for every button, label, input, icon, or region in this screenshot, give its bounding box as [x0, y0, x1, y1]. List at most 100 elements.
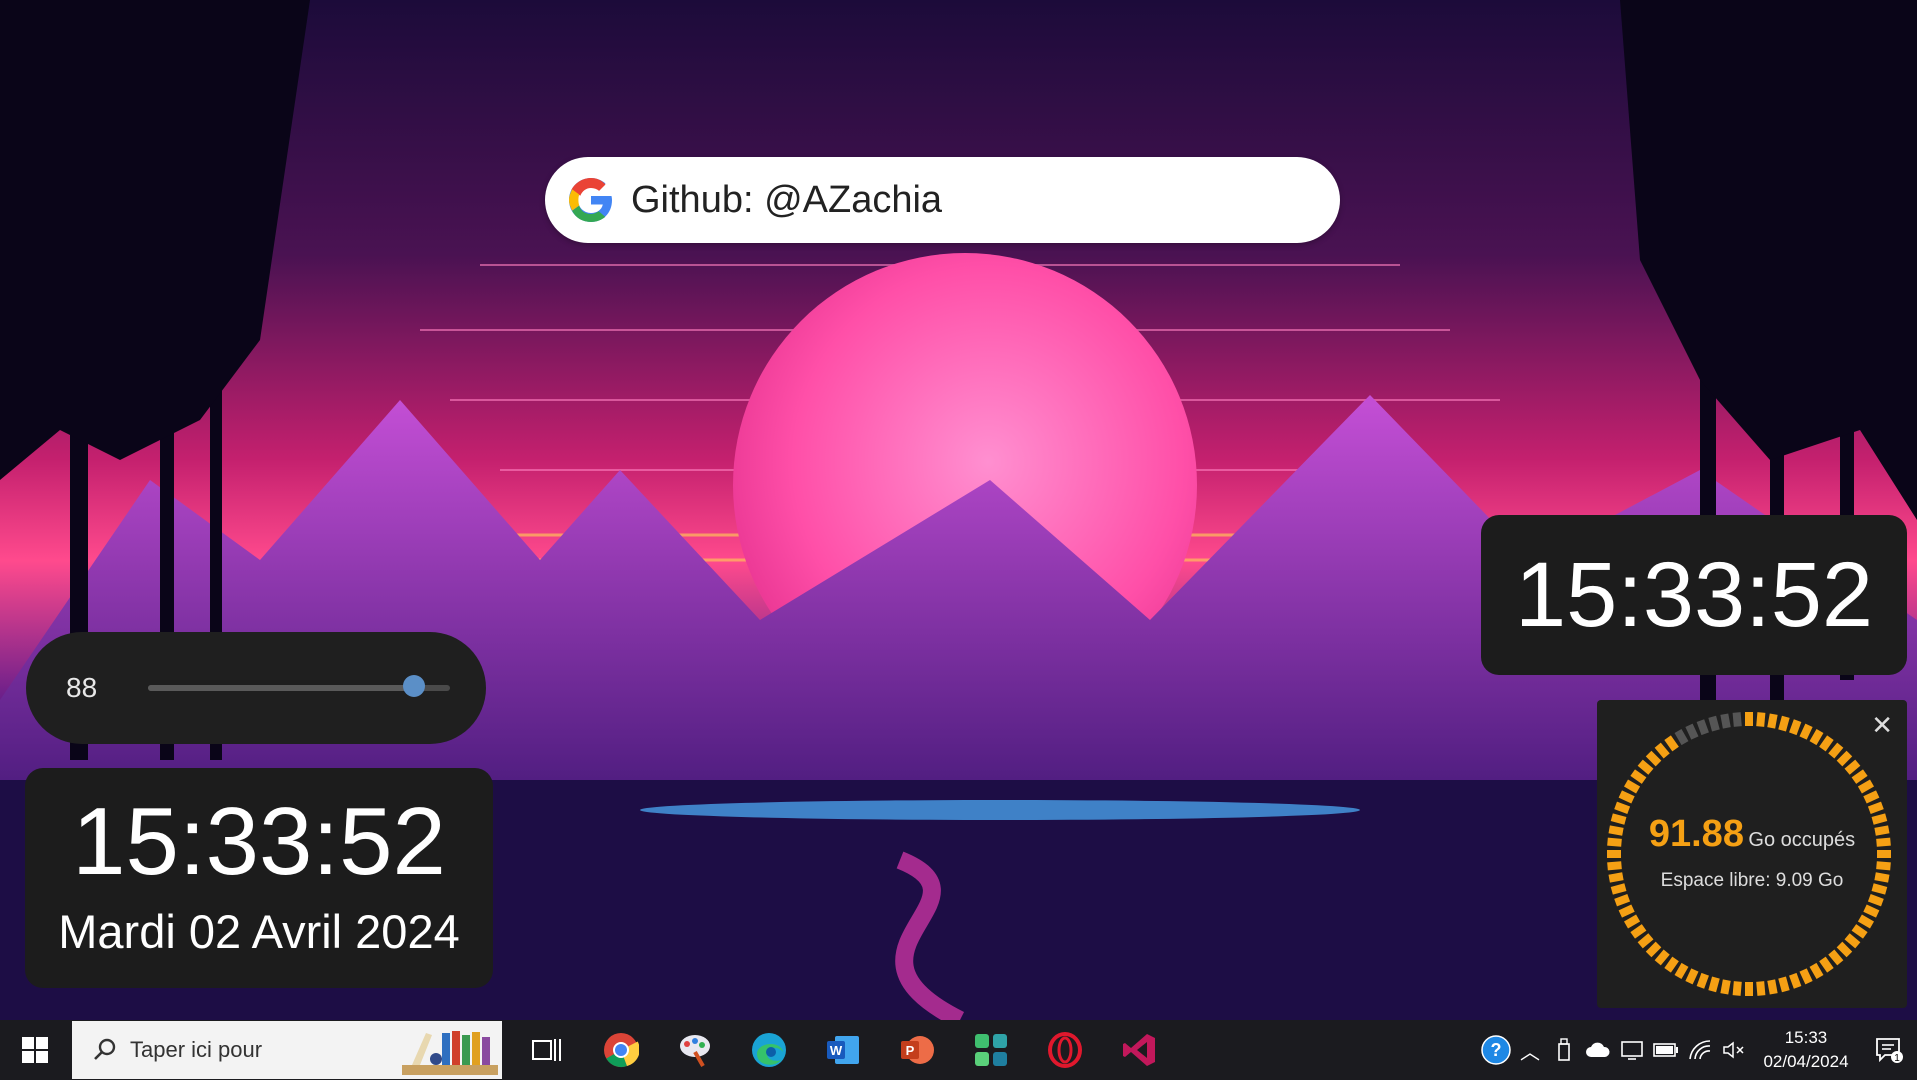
disk-ring-segment — [1851, 924, 1868, 939]
svg-text:P: P — [906, 1043, 915, 1058]
disk-ring-segment — [1828, 949, 1844, 966]
disk-ring-segment — [1654, 949, 1670, 966]
search-widget[interactable]: Github: @AZachia — [545, 157, 1340, 243]
taskbar-paint[interactable] — [658, 1020, 732, 1080]
taskbar-search-placeholder: Taper ici pour — [130, 1037, 263, 1062]
chrome-icon — [604, 1033, 639, 1068]
disk-ring-segment — [1637, 759, 1654, 775]
show-hidden-icons-button[interactable]: ︿ — [1513, 1020, 1547, 1080]
taskbar-powerpoint[interactable]: P — [880, 1020, 954, 1080]
volume-slider[interactable] — [148, 675, 450, 697]
taskbar-visual-studio[interactable] — [1102, 1020, 1176, 1080]
cloud-icon — [1586, 1042, 1610, 1057]
notification-center-button[interactable]: 1 — [1861, 1020, 1917, 1080]
clock-widget-left: 15:33:52 Mardi 02 Avril 2024 — [25, 768, 493, 988]
disk-ring-segment — [1799, 723, 1813, 740]
display-sync-icon — [1621, 1041, 1643, 1060]
disk-ring-segment — [1767, 979, 1778, 995]
word-icon: W — [827, 1036, 859, 1064]
disk-ring-segment — [1867, 801, 1884, 814]
taskbar-opera[interactable] — [1028, 1020, 1102, 1080]
battery-tray-button[interactable] — [1649, 1020, 1683, 1080]
disk-ring-segment — [1789, 972, 1802, 989]
task-view-button[interactable] — [510, 1020, 584, 1080]
windows-logo-icon — [22, 1037, 48, 1063]
taskbar-edge[interactable] — [732, 1020, 806, 1080]
taskbar-app[interactable] — [954, 1020, 1028, 1080]
svg-text:W: W — [830, 1043, 843, 1058]
disk-ring-segment — [1778, 715, 1790, 732]
clock-right-time: 15:33:52 — [1514, 544, 1874, 646]
onedrive-tray-button[interactable] — [1581, 1020, 1615, 1080]
help-tray-button[interactable]: ? — [1479, 1020, 1513, 1080]
disk-ring-segment — [1836, 750, 1853, 767]
colorful-app-icon — [975, 1034, 1007, 1066]
disk-ring-segment — [1778, 976, 1790, 993]
disk-ring-segment — [1844, 759, 1861, 775]
disk-ring-segment — [1614, 801, 1631, 814]
disk-ring-segment — [1732, 981, 1742, 996]
wifi-icon — [1689, 1040, 1711, 1060]
taskbar-word[interactable]: W — [806, 1020, 880, 1080]
system-tray: ? ︿ 15:33 02/04/2024 1 — [1479, 1020, 1917, 1080]
volume-slider-thumb[interactable] — [402, 675, 425, 697]
task-view-icon — [532, 1039, 561, 1061]
notification-icon: 1 — [1876, 1038, 1903, 1063]
disk-ring-segment — [1857, 779, 1875, 794]
disk-ring-segment — [1696, 972, 1709, 989]
battery-icon — [1653, 1043, 1678, 1057]
disk-ring-segment — [1618, 904, 1635, 918]
taskbar: Taper ici pour W P ? ︿ 15:33 02/04/2024 … — [0, 1020, 1917, 1080]
disk-ring-segment — [1664, 956, 1679, 973]
taskbar-chrome[interactable] — [584, 1020, 658, 1080]
disk-ring-segment — [1767, 713, 1778, 729]
disk-ring-segment — [1720, 713, 1731, 729]
volume-muted-icon — [1723, 1041, 1744, 1059]
network-tray-button[interactable] — [1683, 1020, 1717, 1080]
disk-ring-segment — [1685, 968, 1699, 985]
help-icon: ? — [1481, 1035, 1511, 1065]
clock-widget-right: 15:33:52 — [1481, 515, 1907, 675]
disk-ring-segment — [1756, 712, 1766, 727]
disk-ring-segment — [1630, 924, 1647, 939]
disk-used-value: 91.88 — [1648, 813, 1744, 855]
display-tray-button[interactable] — [1615, 1020, 1649, 1080]
disk-ring-segment — [1863, 904, 1880, 918]
taskbar-clock-date: 02/04/2024 — [1763, 1052, 1849, 1071]
disk-ring-segment — [1867, 894, 1884, 907]
disk-ring-segment — [1789, 719, 1802, 736]
usb-tray-button[interactable] — [1547, 1020, 1581, 1080]
disk-ring-segment — [1654, 742, 1670, 759]
disk-ring-segment — [1645, 750, 1662, 767]
close-icon[interactable]: ✕ — [1871, 710, 1893, 741]
taskbar-search-box[interactable]: Taper ici pour — [72, 1021, 502, 1079]
disk-ring-segment — [1819, 735, 1834, 752]
usb-drive-icon — [1558, 1038, 1570, 1061]
start-button[interactable] — [0, 1020, 70, 1080]
disk-ring-segment — [1664, 735, 1679, 752]
disk-used-label: Go occupés — [1748, 829, 1856, 851]
powerpoint-icon: P — [901, 1036, 934, 1064]
taskbar-clock-time: 15:33 — [1784, 1028, 1828, 1047]
notification-count: 1 — [1894, 1053, 1900, 1063]
disk-ring-segment — [1756, 981, 1766, 996]
search-highlight-books-icon — [402, 1031, 498, 1075]
chevron-up-icon: ︿ — [1520, 1041, 1540, 1064]
disk-ring-segment — [1674, 962, 1689, 980]
edge-icon — [752, 1033, 786, 1067]
disk-ring-segment — [1645, 941, 1662, 958]
google-g-icon — [569, 178, 612, 222]
disk-usage-widget: ✕ 91.88 Go occupés Espace libre: 9.09 Go — [1597, 700, 1907, 1008]
disk-ring-segment — [1836, 941, 1853, 958]
disk-ring-segment — [1809, 728, 1824, 746]
volume-tray-button[interactable] — [1717, 1020, 1751, 1080]
disk-ring-segment — [1623, 914, 1641, 929]
volume-slider-fill — [148, 685, 414, 691]
disk-ring-segment — [1696, 719, 1709, 736]
taskbar-clock[interactable]: 15:33 02/04/2024 — [1751, 1026, 1861, 1074]
disk-ring-segment — [1614, 894, 1631, 907]
disk-ring-segment — [1819, 956, 1834, 973]
disk-ring-segment — [1828, 742, 1844, 759]
svg-text:?: ? — [1491, 1040, 1502, 1060]
opera-icon — [1048, 1032, 1082, 1068]
